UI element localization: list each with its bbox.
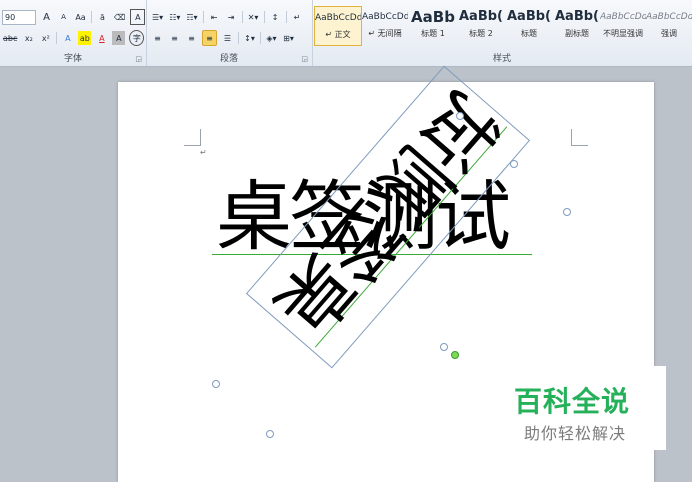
style-name: ↵ 正文 bbox=[325, 30, 351, 39]
style-item[interactable]: AaBbCcDd 不明显强调 bbox=[600, 6, 646, 44]
sort-icon[interactable]: ↕ bbox=[269, 10, 282, 24]
distributed-icon[interactable]: ☰ bbox=[221, 31, 234, 45]
separator bbox=[285, 11, 287, 23]
style-sample: AaBbCcDd bbox=[315, 13, 361, 23]
highlight-button[interactable]: ab bbox=[78, 31, 92, 45]
paragraph-mark: ↵ bbox=[200, 148, 207, 157]
strikethrough-button[interactable]: abc bbox=[2, 31, 18, 45]
align-center-icon[interactable]: ≡ bbox=[168, 31, 181, 45]
grow-font-button[interactable]: A bbox=[40, 10, 53, 24]
style-item[interactable]: AaBb( 副标题 bbox=[554, 6, 600, 44]
style-name: 强调 bbox=[661, 29, 677, 38]
style-name: 标题 bbox=[521, 29, 537, 38]
style-name: 标题 1 bbox=[421, 29, 445, 38]
char-border-icon[interactable]: A bbox=[130, 9, 146, 25]
style-item[interactable]: AaBbCcDd 强调 bbox=[646, 6, 692, 44]
watermark-title: 百科全说 bbox=[514, 385, 631, 418]
decrease-indent-icon[interactable]: ⇤ bbox=[208, 10, 221, 24]
superscript-button[interactable]: x² bbox=[39, 31, 52, 45]
font-color-button[interactable]: A bbox=[95, 31, 108, 45]
style-sample: AaBb( bbox=[507, 9, 551, 24]
clear-format-icon[interactable]: ⌫ bbox=[113, 10, 126, 24]
chinese-layout-icon[interactable]: ✕▾ bbox=[247, 10, 260, 24]
watermark-logo: 百科全说 助你轻松解决 bbox=[506, 366, 666, 450]
separator bbox=[91, 11, 92, 23]
style-item[interactable]: AaBb( 标题 bbox=[506, 6, 552, 44]
dialog-launcher-icon[interactable]: ◲ bbox=[301, 55, 308, 63]
font-group-label: 字体 bbox=[63, 54, 82, 64]
margin-corner-mark bbox=[571, 129, 588, 146]
style-sample: AaBb bbox=[411, 8, 455, 26]
style-sample: AaBb( bbox=[459, 9, 503, 24]
align-left-icon[interactable]: ≡ bbox=[151, 31, 164, 45]
borders-icon[interactable]: ⊞▾ bbox=[282, 31, 295, 45]
style-sample: AaBbCcDd bbox=[600, 12, 646, 22]
font-group: 90 A A Aa ă ⌫ A abc x₂ x² A ab A A 字 字体 … bbox=[0, 0, 147, 66]
paragraph-group: ☰▾ ☷▾ ☶▾ ⇤ ⇥ ✕▾ ↕ ↵ ≡ ≡ ≡ ≡ ☰ ↕▾ ◈▾ ⊞▾ 段… bbox=[146, 0, 313, 66]
show-marks-icon[interactable]: ↵ bbox=[291, 10, 304, 24]
style-item[interactable]: AaBbCcDd ↵ 正文 bbox=[314, 6, 362, 46]
style-name: 不明显强调 bbox=[603, 29, 643, 38]
style-name: 副标题 bbox=[565, 29, 589, 38]
separator bbox=[56, 32, 58, 44]
justify-icon[interactable]: ≡ bbox=[202, 30, 217, 46]
multilevel-list-icon[interactable]: ☶▾ bbox=[185, 10, 198, 24]
style-item[interactable]: AaBbCcDd ↵ 无间隔 bbox=[362, 6, 408, 44]
separator bbox=[202, 11, 204, 23]
style-sample: AaBbCcDd bbox=[362, 12, 408, 22]
separator bbox=[260, 32, 261, 44]
char-shading-button[interactable]: A bbox=[112, 31, 126, 45]
separator bbox=[241, 11, 243, 23]
style-sample: AaBb( bbox=[555, 9, 599, 24]
margin-corner-mark bbox=[184, 129, 201, 146]
styles-group-label: 样式 bbox=[492, 54, 511, 64]
style-sample: AaBbCcDd bbox=[646, 12, 692, 22]
style-name: ↵ 无间隔 bbox=[368, 29, 402, 38]
separator bbox=[263, 11, 265, 23]
shrink-font-button[interactable]: A bbox=[57, 10, 70, 24]
align-right-icon[interactable]: ≡ bbox=[185, 31, 198, 45]
ribbon: 90 A A Aa ă ⌫ A abc x₂ x² A ab A A 字 字体 … bbox=[0, 0, 692, 67]
bullets-icon[interactable]: ☰▾ bbox=[151, 10, 164, 24]
shading-icon[interactable]: ◈▾ bbox=[265, 31, 278, 45]
styles-group: AaBbCcDd ↵ 正文 AaBbCcDd ↵ 无间隔 AaBb 标题 1 A… bbox=[312, 0, 692, 66]
line-spacing-icon[interactable]: ↕▾ bbox=[243, 31, 256, 45]
paragraph-group-label: 段落 bbox=[219, 54, 238, 64]
phonetic-guide-icon[interactable]: ă bbox=[96, 10, 109, 24]
style-name: 标题 2 bbox=[469, 29, 493, 38]
text-effect-button[interactable]: A bbox=[61, 31, 74, 45]
increase-indent-icon[interactable]: ⇥ bbox=[225, 10, 238, 24]
change-case-button[interactable]: Aa bbox=[74, 10, 87, 24]
font-size-box[interactable]: 90 bbox=[2, 9, 36, 25]
watermark-subtitle: 助你轻松解决 bbox=[524, 424, 627, 443]
enclose-char-button[interactable]: 字 bbox=[129, 30, 145, 46]
subscript-button[interactable]: x₂ bbox=[22, 31, 35, 45]
style-item[interactable]: AaBb( 标题 2 bbox=[458, 6, 504, 44]
separator bbox=[238, 32, 239, 44]
style-item[interactable]: AaBb 标题 1 bbox=[410, 6, 456, 44]
numbering-icon[interactable]: ☷▾ bbox=[168, 10, 181, 24]
dialog-launcher-icon[interactable]: ◲ bbox=[135, 55, 142, 63]
